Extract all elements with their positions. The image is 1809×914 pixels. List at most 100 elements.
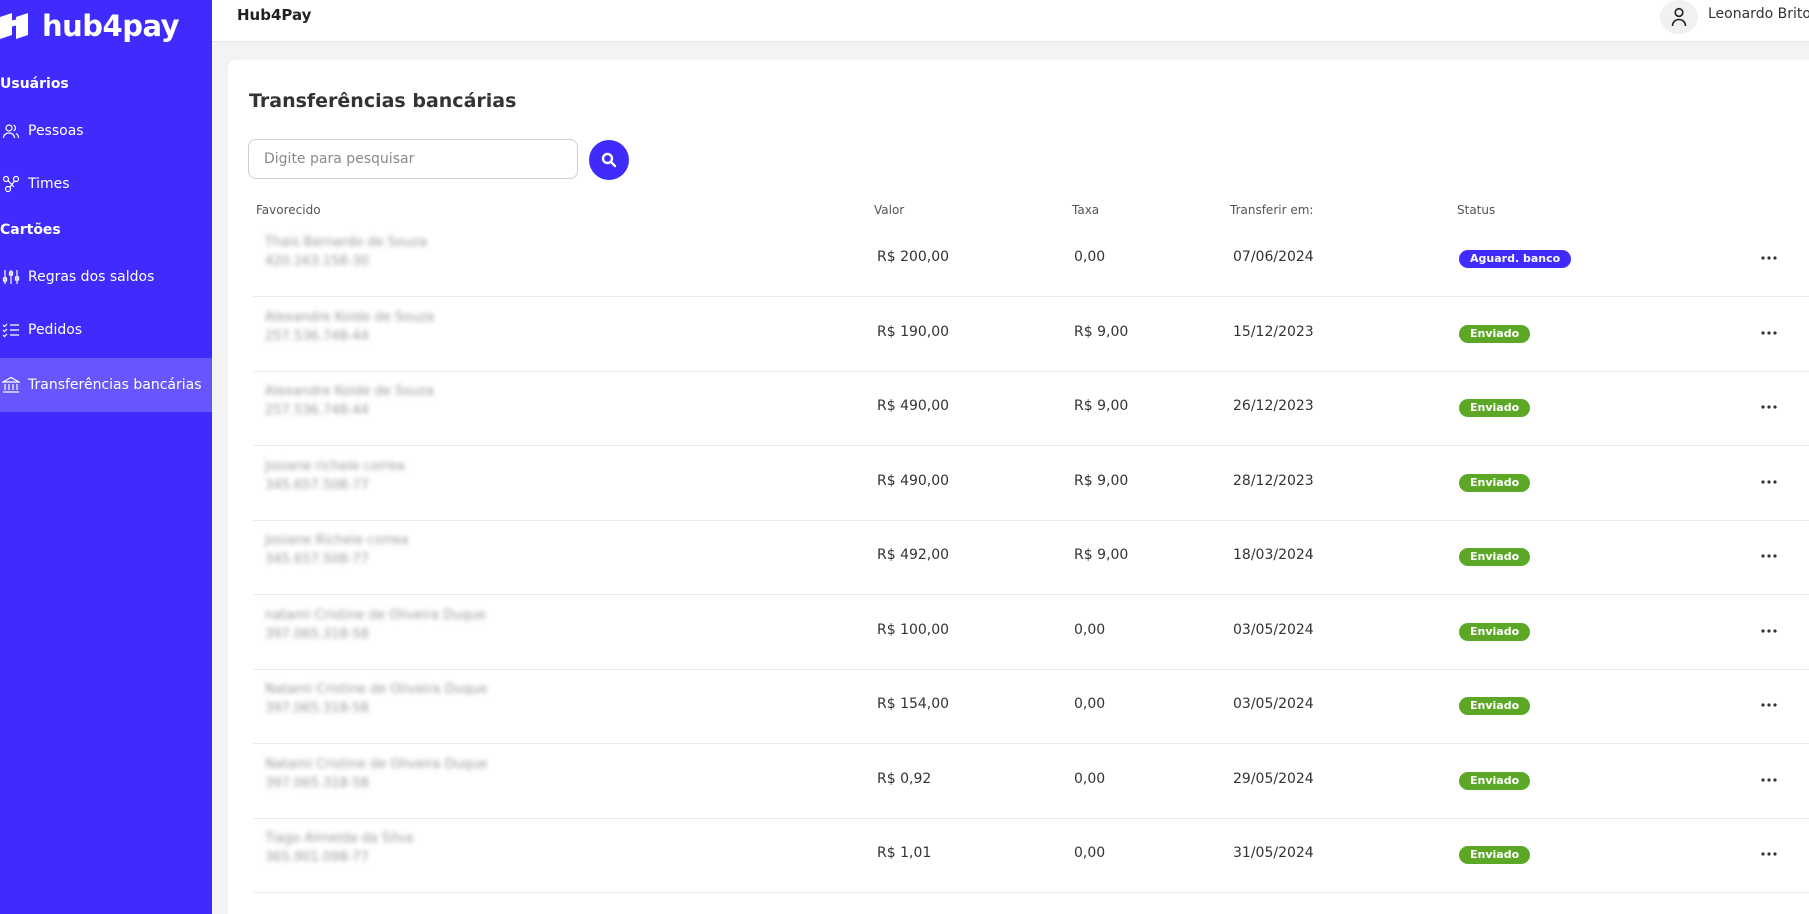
page-title: Transferências bancárias [249,90,517,112]
beneficiary-info: natami Cristine de Oliveira Duque 397.065… [265,608,535,642]
transfer-date: 07/06/2024 [1233,249,1314,265]
brand-name: hub4pay [42,9,180,43]
user-name[interactable]: Leonardo Brito [1708,6,1809,22]
beneficiary-info: Natami Cristine de Oliveira Duque 397.065… [265,757,535,791]
status-badge: Enviado [1459,846,1531,864]
transfer-fee: R$ 9,00 [1074,547,1129,563]
bank-icon [2,376,20,394]
sidebar-item-label: Pessoas [28,123,84,139]
beneficiary-name: Alexandre Koide de Souza [265,309,435,325]
transfer-fee: R$ 9,00 [1074,323,1129,340]
row-actions-button[interactable] [1756,620,1782,642]
search-input[interactable] [248,139,578,179]
row-actions-button[interactable] [1756,694,1782,716]
column-header-transferir-em: Transferir em: [1230,203,1314,217]
more-horizontal-icon [1761,256,1777,260]
table-row[interactable]: Josiane Richele correa 345.657.508-77 R$ 4… [253,521,1809,595]
status-badge: Enviado [1459,324,1531,343]
main-card: Transferências bancárias Favorecido Valo… [228,60,1809,914]
sidebar-item-label: Regras dos saldos [28,269,155,285]
row-actions-button[interactable] [1756,769,1782,791]
status-badge: Enviado [1459,697,1531,715]
sidebar-item-pedidos[interactable]: Pedidos [0,305,212,355]
beneficiary-name: Josiane Richele correa [265,533,409,548]
transfer-fee: R$ 9,00 [1074,472,1129,489]
more-horizontal-icon [1761,777,1777,782]
search-icon [601,152,617,168]
transfer-fee: 0,00 [1074,249,1106,265]
transfer-amount: R$ 0,92 [877,770,932,787]
more-horizontal-icon [1761,703,1777,707]
transfer-date: 15/12/2023 [1233,323,1314,340]
transfer-amount: R$ 154,00 [877,696,950,712]
row-actions-button[interactable] [1756,396,1782,418]
column-header-status: Status [1457,203,1496,217]
sidebar-section-usuarios: Usuários [0,76,69,92]
sidebar-item-pessoas[interactable]: Pessoas [0,106,212,156]
transfer-amount: R$ 200,00 [877,249,950,265]
table-row[interactable]: Tiago Almeida da Silva 365.901.098-77 R$ 1… [253,819,1809,893]
more-horizontal-icon [1761,554,1777,558]
topbar: Hub4Pay Leonardo Brito [212,0,1809,42]
sidebar-item-label: Transferências bancárias [28,377,202,393]
table-row[interactable]: natami Cristine de Oliveira Duque 397.065… [253,596,1809,670]
beneficiary-info: Josiane richele correa 345.657.508-77 [265,459,535,493]
beneficiary-document: 420.163.158-30 [265,254,369,269]
table-row[interactable]: Josiane richele correa 345.657.508-77 R$ 4… [253,447,1809,521]
hub4pay-logo-icon [0,13,28,39]
status-badge: Enviado [1459,622,1531,641]
transfer-date: 03/05/2024 [1233,621,1314,638]
beneficiary-name: Alexandre Koide de Souza [265,384,435,399]
row-actions-button[interactable] [1756,322,1782,344]
transfer-fee: 0,00 [1074,845,1106,861]
beneficiary-document: 257.536.748-44 [265,403,369,418]
beneficiary-info: Josiane Richele correa 345.657.508-77 [265,533,535,567]
status-badge: Enviado [1459,548,1531,566]
table-row[interactable]: Alexandre Koide de Souza 257.536.748-44 R$… [253,372,1809,446]
transfer-date: 31/05/2024 [1233,845,1314,861]
status-badge: Enviado [1459,473,1531,492]
beneficiary-document: 365.901.098-77 [265,850,369,865]
transfer-amount: R$ 492,00 [877,547,950,563]
sidebar-item-label: Times [28,176,70,192]
beneficiary-info: Alexandre Koide de Souza 257.536.748-44 [265,384,535,418]
user-avatar[interactable] [1660,0,1698,34]
column-header-valor: Valor [874,203,905,217]
transfer-date: 18/03/2024 [1233,547,1314,563]
sidebar-item-times[interactable]: Times [0,159,212,209]
beneficiary-name: Tiago Almeida da Silva [265,831,414,846]
sidebar-section-cartoes: Cartões [0,222,61,238]
table-row[interactable]: Alexandre Koide de Souza 257.536.748-44 R$… [253,298,1809,372]
sidebar-item-regras-dos-saldos[interactable]: Regras dos saldos [0,252,212,302]
more-horizontal-icon [1761,405,1777,409]
row-actions-button[interactable] [1756,471,1782,493]
row-actions-button[interactable] [1756,545,1782,567]
more-horizontal-icon [1761,852,1777,856]
table-row[interactable]: Natami Cristine de Oliveira Duque 397.065… [253,745,1809,819]
row-actions-button[interactable] [1756,843,1782,865]
row-actions-button[interactable] [1756,247,1782,269]
table-row[interactable]: Thais Bernardo de Souza 420.163.158-30 R$ … [253,223,1809,297]
transfer-amount: R$ 490,00 [877,398,950,414]
beneficiary-document: 397.065.318-58 [265,775,369,791]
more-horizontal-icon [1761,479,1777,484]
transfer-fee: 0,00 [1074,770,1106,787]
search-button[interactable] [589,140,629,180]
table-row[interactable]: Natami Cristine de Oliveira Duque 397.065… [253,670,1809,744]
transfer-amount: R$ 1,01 [877,845,932,861]
more-horizontal-icon [1761,628,1777,633]
transfer-fee: R$ 9,00 [1074,398,1129,414]
list-check-icon [2,321,20,339]
team-icon [2,175,20,193]
status-badge: Aguard. banco [1459,250,1572,268]
sliders-icon [2,268,20,286]
brand-logo[interactable]: hub4pay [0,8,180,44]
beneficiary-info: Alexandre Koide de Souza 257.536.748-44 [265,310,535,344]
transfer-date: 29/05/2024 [1233,770,1314,787]
beneficiary-name: Natami Cristine de Oliveira Duque [265,756,488,772]
beneficiary-info: Tiago Almeida da Silva 365.901.098-77 [265,831,535,865]
transfer-date: 28/12/2023 [1233,472,1314,489]
transfer-date: 26/12/2023 [1233,398,1314,414]
sidebar-item-transferencias-bancarias[interactable]: Transferências bancárias [0,358,212,412]
beneficiary-document: 397.065.318-58 [265,701,369,716]
